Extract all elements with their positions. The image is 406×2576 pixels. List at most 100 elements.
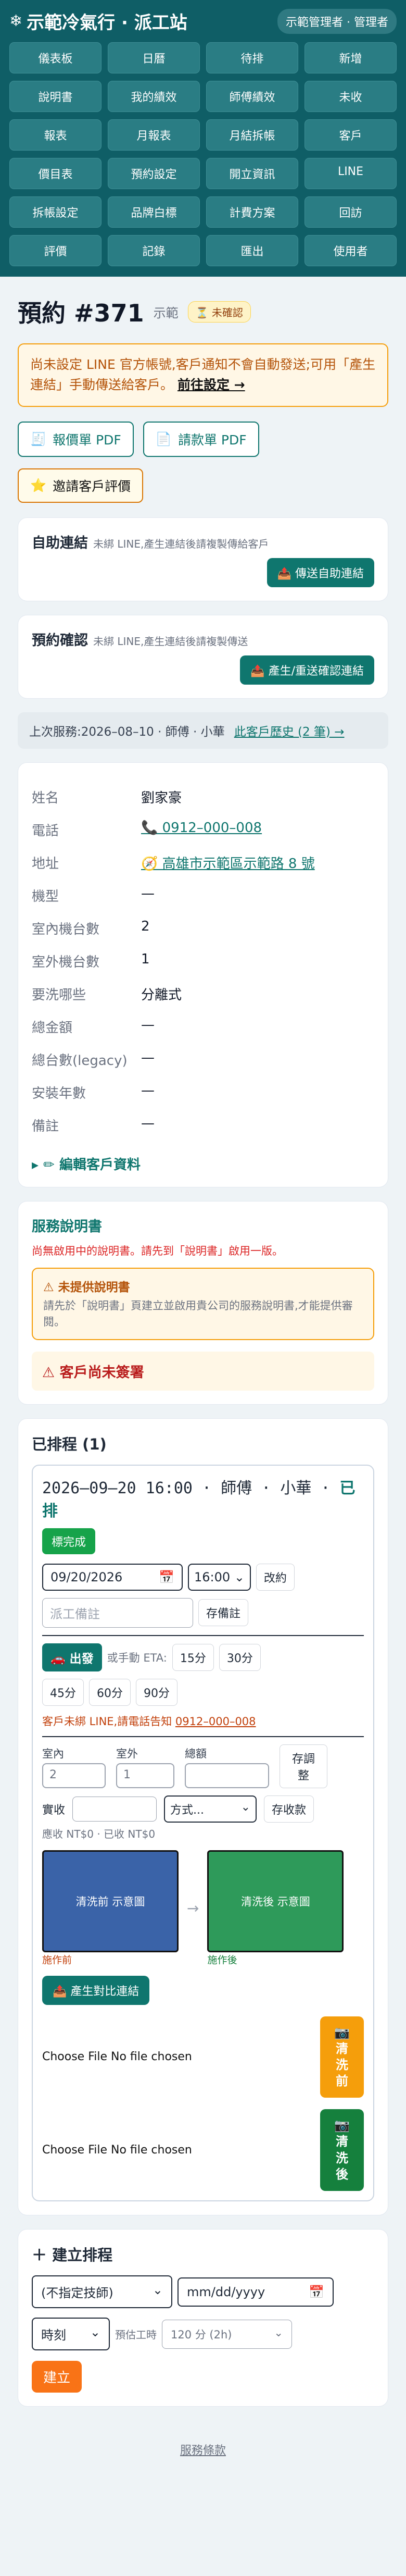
snowflake-icon: ❄ — [9, 12, 23, 30]
before-file-input[interactable]: Choose File No file chosen — [42, 2050, 192, 2063]
eta-30-button[interactable]: 30分 — [219, 1643, 261, 1671]
save-note-button[interactable]: 存備註 — [198, 1599, 249, 1626]
nav-item-11[interactable]: 客戶 — [304, 119, 397, 151]
line-warning: 尚未設定 LINE 官方帳號,客戶通知不會自動發送;可用「產生連結」手動傳送給客… — [18, 343, 388, 407]
brand: ❄ 示範冷氣行 · 派工站 — [9, 8, 187, 34]
nav-item-1[interactable]: 日曆 — [108, 42, 200, 73]
nav-item-4[interactable]: 說明書 — [9, 81, 102, 112]
nav-item-5[interactable]: 我的績效 — [108, 81, 200, 112]
create-schedule-card: ＋ 建立排程 (不指定技師) ⌄ mm/dd/yyyy 📅 時刻 ⌄ 預估工時 120… — [18, 2229, 388, 2407]
total-amount-input[interactable] — [185, 1763, 269, 1788]
quote-pdf-button[interactable]: 🧾 報價單 PDF — [18, 421, 134, 457]
indoor-count-input[interactable]: 2 — [42, 1763, 106, 1788]
info-key: 室內機台數 — [32, 921, 100, 937]
mark-complete-button[interactable]: 標完成 — [42, 1528, 96, 1554]
nav-item-22[interactable]: 匯出 — [206, 235, 298, 266]
customer-info-row: 安裝年數 — — [32, 1076, 374, 1109]
reschedule-button[interactable]: 改約 — [256, 1563, 295, 1591]
upload-before-button[interactable]: 📷 清 洗 前 — [320, 2016, 364, 2098]
nav-item-13[interactable]: 預約設定 — [108, 158, 200, 189]
create-schedule-title: ＋ 建立排程 — [32, 2243, 374, 2265]
invite-review-button[interactable]: ⭐ 邀請客戶評價 — [18, 468, 144, 503]
address-link[interactable]: 🧭 高雄市示範區示範路 8 號 — [141, 853, 315, 872]
plus-icon: ＋ — [32, 2246, 47, 2264]
job-time-select[interactable]: 16:00 ⌄ — [188, 1563, 251, 1591]
info-value: 劉家豪 — [141, 790, 182, 806]
nav-item-8[interactable]: 報表 — [9, 119, 102, 151]
depart-button[interactable]: 🚗 出發 — [42, 1643, 102, 1671]
eta-45-button[interactable]: 45分 — [42, 1678, 84, 1706]
before-photo[interactable]: 清洗前 示意圖 — [42, 1850, 179, 1952]
nav-item-23[interactable]: 使用者 — [304, 235, 397, 266]
paid-amount-input[interactable] — [72, 1796, 157, 1822]
invoice-pdf-label: 請款單 PDF — [177, 432, 247, 448]
nav-item-16[interactable]: 拆帳設定 — [9, 196, 102, 228]
edit-customer-toggle[interactable]: ▸ ✏ 編輯客戶資料 — [32, 1154, 374, 1173]
terms-link[interactable]: 服務條款 — [18, 2420, 388, 2473]
indoor-label: 室內 — [42, 1747, 64, 1760]
est-duration-label: 預估工時 — [115, 2329, 157, 2341]
save-adjust-button[interactable]: 存調整 — [280, 1744, 327, 1788]
create-schedule-button[interactable]: 建立 — [32, 2361, 82, 2393]
nav-item-7[interactable]: 未收 — [304, 81, 397, 112]
eta-60-button[interactable]: 60分 — [89, 1678, 131, 1706]
nav-item-0[interactable]: 儀表板 — [9, 42, 102, 73]
est-duration-value: 120 分 (2h) — [171, 2328, 232, 2341]
manual-warning: ⚠ 未提供說明書 請先於「說明書」頁建立並啟用貴公司的服務說明書,才能提供審閱。 — [32, 1267, 374, 1340]
calendar-icon: 📅 — [159, 1569, 174, 1584]
info-key: 要洗哪些 — [32, 987, 86, 1003]
nav-item-9[interactable]: 月報表 — [108, 119, 200, 151]
est-duration-select[interactable]: 120 分 (2h) ⌄ — [162, 2319, 292, 2349]
nav-item-3[interactable]: 新增 — [304, 42, 397, 73]
compare-link-button[interactable]: 📤 產生對比連結 — [42, 1975, 150, 2005]
nav-item-15[interactable]: LINE — [304, 158, 397, 189]
main-nav: 儀表板 日曆 待排 新增說明書 我的績效 師傅績效 未收報表 月報表 月結拆帳 客戶價目表 預約設定… — [9, 42, 397, 266]
self-service-note: 未綁 LINE,產生連結後請複製傳給客戶 — [93, 537, 269, 550]
after-photo[interactable]: 清洗後 示意圖 — [207, 1850, 344, 1952]
schedule-card: 已排程 (1) 2026–09–20 16:00 · 師傅 · 小華 · 已排 … — [18, 1418, 388, 2215]
after-file-input[interactable]: Choose File No file chosen — [42, 2144, 192, 2157]
technician-select[interactable]: (不指定技師) ⌄ — [32, 2275, 172, 2308]
nav-item-12[interactable]: 價目表 — [9, 158, 102, 189]
create-date-value: mm/dd/yyyy — [187, 2284, 265, 2299]
create-date-input[interactable]: mm/dd/yyyy 📅 — [177, 2277, 334, 2307]
job-note-input[interactable]: 派工備註 — [42, 1597, 193, 1628]
info-key: 地址 — [32, 856, 59, 872]
nav-item-10[interactable]: 月結拆帳 — [206, 119, 298, 151]
payment-method-select[interactable]: 方式... ⌄ — [164, 1795, 257, 1823]
after-photo-label: 施作後 — [207, 1954, 237, 1966]
eta-90-button[interactable]: 90分 — [136, 1678, 177, 1706]
nav-item-20[interactable]: 評價 — [9, 235, 102, 266]
nav-item-14[interactable]: 開立資訊 — [206, 158, 298, 189]
time-slot-select[interactable]: 時刻 ⌄ — [32, 2318, 110, 2350]
booking-confirm-card: 預約確認 未綁 LINE,產生連結後請複製傳送 📤 產生/重送確認連結 — [18, 614, 388, 699]
chevron-down-icon: ⌄ — [90, 2325, 100, 2339]
send-self-service-link-button[interactable]: 📤 傳送自助連結 — [267, 558, 374, 587]
customer-phone-link[interactable]: 0912–000–008 — [175, 1715, 256, 1728]
job-date-input[interactable]: 09/20/2026 📅 — [42, 1563, 183, 1591]
upload-after-button[interactable]: 📷 清 洗 後 — [320, 2109, 364, 2191]
nav-item-21[interactable]: 記錄 — [108, 235, 200, 266]
save-payment-button[interactable]: 存收款 — [264, 1795, 314, 1823]
quote-pdf-label: 報價單 PDF — [53, 432, 121, 448]
line-settings-link[interactable]: 前往設定 → — [177, 377, 245, 392]
nav-item-19[interactable]: 回訪 — [304, 196, 397, 228]
invoice-pdf-button[interactable]: 📄 請款單 PDF — [143, 421, 259, 457]
customer-history-link[interactable]: 此客戶歷史 (2 筆) → — [234, 722, 345, 739]
app-header: ❄ 示範冷氣行 · 派工站 示範管理者 · 管理者 儀表板 日曆 待排 新增說明書 我的… — [0, 0, 406, 277]
phone-link[interactable]: 📞 0912–000–008 — [141, 820, 262, 839]
outdoor-count-input[interactable]: 1 — [116, 1763, 174, 1788]
booking-source: 示範 — [153, 305, 179, 320]
customer-info-row: 室外機台數 1 — [32, 945, 374, 977]
nav-item-18[interactable]: 計費方案 — [206, 196, 298, 228]
send-confirm-link-button[interactable]: 📤 產生/重送確認連結 — [240, 655, 374, 685]
booking-confirm-label: 預約確認 — [32, 632, 88, 649]
nav-item-6[interactable]: 師傅績效 — [206, 81, 298, 112]
page-title: 預約 #371 — [18, 299, 144, 327]
nav-item-17[interactable]: 品牌白標 — [108, 196, 200, 228]
eta-15-button[interactable]: 15分 — [172, 1643, 214, 1671]
customer-info-row: 姓名 劉家豪 — [32, 781, 374, 813]
nav-item-2[interactable]: 待排 — [206, 42, 298, 73]
info-key: 室外機台數 — [32, 954, 100, 970]
user-role-badge[interactable]: 示範管理者 · 管理者 — [277, 8, 397, 34]
